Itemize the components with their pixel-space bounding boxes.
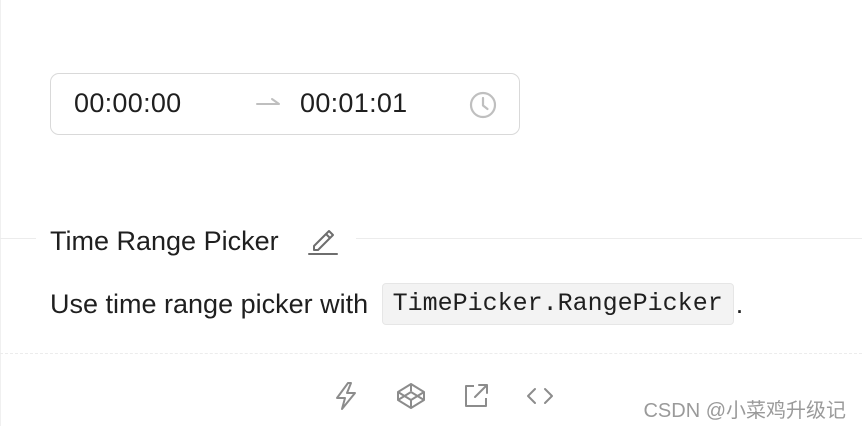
- section-divider-right: [356, 238, 862, 239]
- section-description: Use time range picker with TimePicker.Ra…: [50, 283, 743, 325]
- code-icon[interactable]: [524, 380, 556, 412]
- component-code: TimePicker.RangePicker: [381, 283, 734, 325]
- thunderbolt-icon[interactable]: [330, 380, 362, 412]
- watermark: CSDN @小菜鸡升级记: [643, 400, 846, 422]
- start-time-input[interactable]: 00:00:00: [74, 74, 234, 133]
- arrow-right-icon: [256, 98, 280, 105]
- section-divider-left: [0, 238, 36, 239]
- section-title: Time Range Picker: [50, 226, 279, 256]
- actions-divider: [0, 353, 862, 354]
- edit-icon[interactable]: [306, 224, 340, 256]
- page-left-border: [0, 0, 1, 426]
- codepen-icon[interactable]: [395, 380, 427, 412]
- end-time-input[interactable]: 00:01:01: [300, 74, 460, 133]
- external-link-icon[interactable]: [460, 380, 492, 412]
- description-period: .: [735, 289, 744, 319]
- time-range-picker[interactable]: 00:00:00 00:01:01: [50, 73, 520, 135]
- clock-icon: [469, 91, 497, 119]
- description-text: Use time range picker with: [50, 289, 369, 319]
- demo-page: 00:00:00 00:01:01 Time Range Picker Use …: [0, 0, 862, 426]
